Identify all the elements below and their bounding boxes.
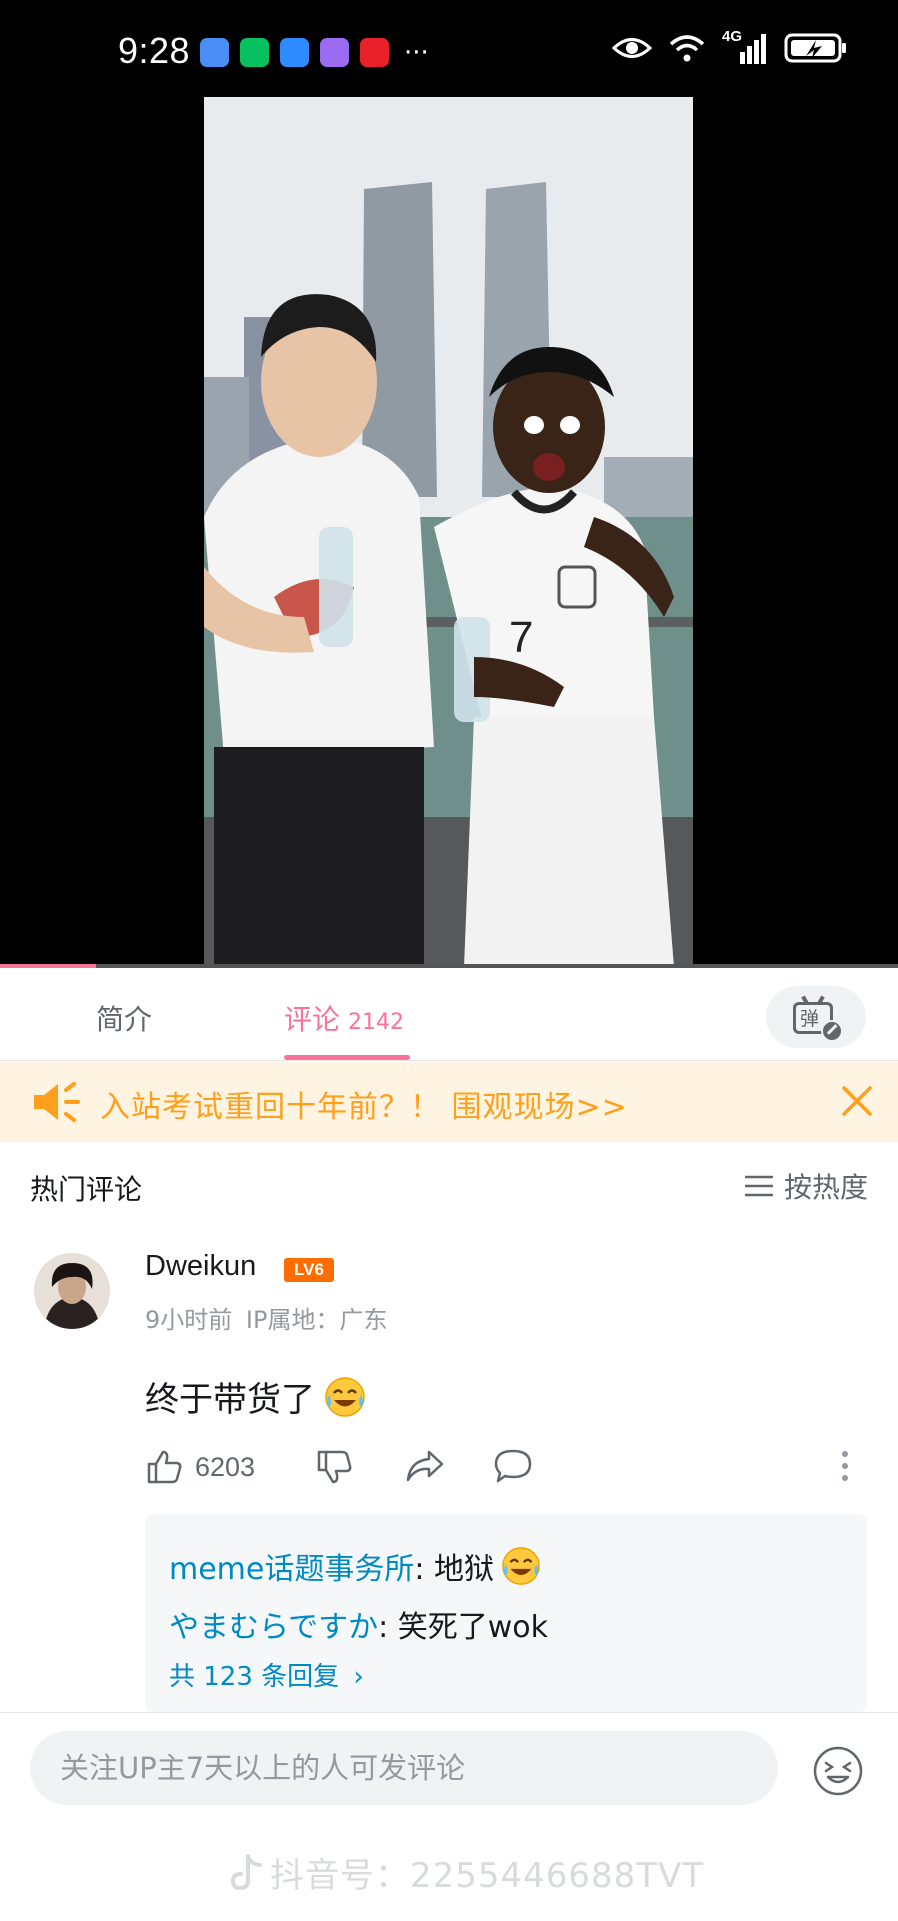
red-app-icon [360,38,389,67]
svg-text:7: 7 [509,613,533,662]
status-time: 9:28 [118,30,191,71]
reply-item[interactable]: やまむらですか : 笑死了wok [169,1602,548,1646]
content-tabs: 简介 评论 2142 弹 [0,968,898,1061]
comment-more-button[interactable] [840,1448,850,1484]
comment-text-body: 终于带货了 [145,1380,315,1420]
comment-input[interactable] [30,1731,778,1805]
replies-preview[interactable]: meme话题事务所 : 地狱 やまむらですか : 笑死了wok 共 123 条回… [145,1514,867,1712]
tab-intro[interactable]: 简介 [96,998,152,1038]
reply-text: : 笑死了wok [378,1610,549,1645]
danmaku-toggle-button[interactable]: 弹 [766,986,866,1048]
douyin-logo-icon [230,1853,262,1890]
danmaku-off-icon: 弹 [791,995,843,1042]
laughing-crying-emoji-icon [502,1547,540,1585]
video-frame: 7 [204,97,693,967]
reply-item[interactable]: meme话题事务所 : 地狱 [169,1544,542,1588]
reply-username[interactable]: meme话题事务所 [169,1544,414,1588]
comment-username[interactable]: Dweikun [145,1250,256,1283]
chat-bubble-icon [494,1449,532,1483]
sort-lines-icon [744,1175,773,1197]
more-vertical-icon [842,1451,848,1481]
bottom-comment-bar: 抖音号：2255446688TVT [0,1712,898,1921]
cellular-signal-icon: 4G [722,28,768,64]
hot-comments-title: 热门评论 [30,1173,143,1206]
status-bar: 9:28 ··· 4G [0,0,898,97]
close-icon[interactable] [840,1084,874,1118]
sort-button[interactable]: 按热度 [744,1166,868,1206]
more-notifications-icon: ··· [404,37,429,68]
chevron-right-icon: › [353,1662,364,1692]
eye-icon [612,38,652,58]
avatar-image [34,1253,110,1329]
reply-username[interactable]: やまむらですか [169,1602,378,1646]
tab-comments[interactable]: 评论 2142 [284,998,404,1038]
comment-ip-location: IP属地：广东 [245,1306,388,1334]
dislike-button[interactable] [315,1448,353,1486]
comments-count: 2142 [348,1010,405,1035]
speaker-icon [34,1082,80,1122]
danmaku-glyph: 弹 [800,1008,820,1030]
emoji-face-icon[interactable] [812,1745,864,1797]
wifi-icon [669,35,705,62]
network-type-label: 4G [722,28,743,45]
browser-app-icon [280,38,309,67]
comment-meta: 9小时前 IP属地：广东 [145,1300,387,1335]
share-button[interactable] [405,1448,445,1484]
watermark: 抖音号：2255446688TVT [230,1848,704,1897]
active-tab-indicator [284,1055,410,1060]
wechat-icon [240,38,269,67]
tab-comments-label: 评论 [284,1003,341,1036]
share-arrow-icon [406,1450,444,1482]
level-badge: LV6 [284,1258,334,1282]
notice-text[interactable]: 入站考试重回十年前？！ 围观现场>> [100,1082,628,1126]
battery-icon [784,33,846,63]
shield-app-icon [200,38,229,67]
status-indicators: 4G [612,28,848,64]
status-app-icons: ··· [200,38,429,67]
notice-banner[interactable]: 入站考试重回十年前？！ 围观现场>> [0,1062,898,1142]
like-button[interactable]: 6203 [145,1448,255,1486]
comment-text: 终于带货了 [145,1372,367,1421]
avatar[interactable] [34,1253,110,1329]
purple-app-icon [320,38,349,67]
view-all-replies-link[interactable]: 共 123 条回复 › [169,1656,364,1693]
reply-text: : 地狱 [414,1552,495,1587]
like-count: 6203 [195,1451,256,1482]
reply-button[interactable] [493,1448,533,1484]
laughing-crying-emoji-icon [325,1376,365,1417]
thumbs-down-icon [317,1450,352,1484]
comment-time: 9小时前 [145,1306,233,1334]
video-player[interactable]: 7 [0,97,898,968]
watermark-text: 抖音号：2255446688TVT [270,1856,705,1896]
sort-label: 按热度 [783,1171,868,1204]
reply-count-text: 共 123 条回复 [169,1662,340,1692]
thumbs-up-icon [147,1450,182,1484]
